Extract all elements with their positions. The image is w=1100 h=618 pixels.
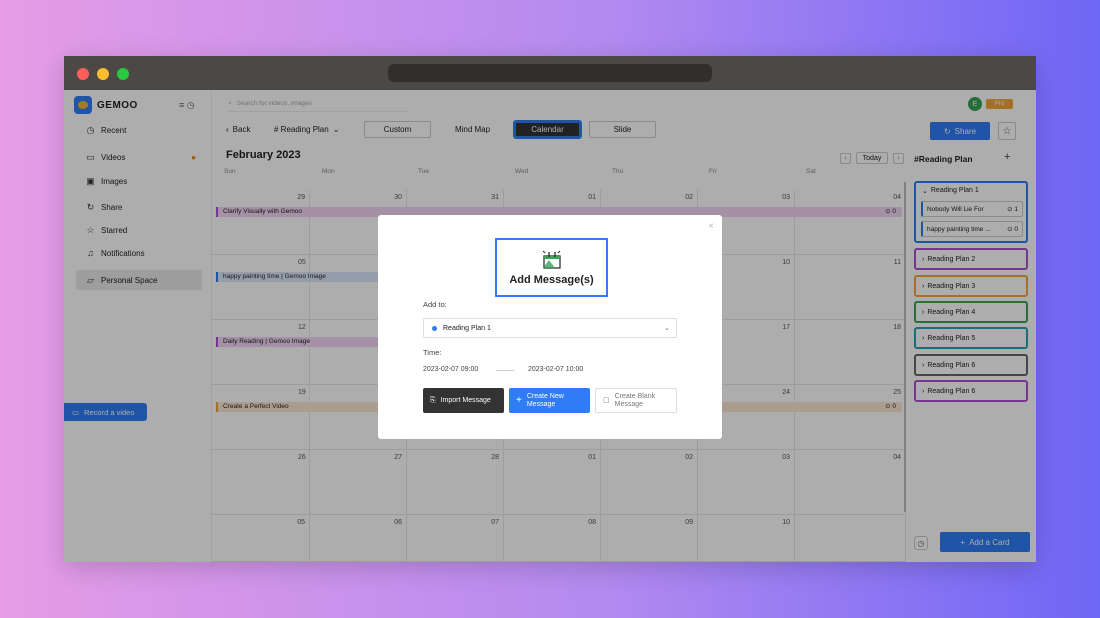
dialog-title: Add Message(s) — [509, 273, 594, 286]
maximize-window-button[interactable] — [117, 68, 129, 80]
time-separator — [496, 370, 514, 371]
plus-icon: + — [516, 394, 522, 406]
plan-select[interactable]: Reading Plan 1 ⌄ — [423, 318, 677, 338]
blank-doc-icon: ▢ — [603, 396, 610, 404]
close-icon[interactable]: × — [708, 221, 714, 232]
minimize-window-button[interactable] — [97, 68, 109, 80]
chevron-down-icon: ⌄ — [664, 325, 670, 332]
app-body: GEMOO ≡ ◷ ◷ Recent ▭ Videos ● ▣ Images ↻… — [64, 90, 1036, 562]
calendar-icon — [542, 250, 561, 269]
add-message-dialog: × Add Message(s) Add to: Reading Plan 1 … — [378, 215, 722, 439]
create-new-message-button[interactable]: + Create New Message — [509, 388, 590, 413]
window-titlebar — [64, 56, 1036, 90]
dialog-header: Add Message(s) — [495, 238, 608, 297]
app-window: GEMOO ≡ ◷ ◷ Recent ▭ Videos ● ▣ Images ↻… — [64, 56, 1036, 562]
plan-color-dot — [432, 325, 437, 331]
end-time-field[interactable]: 2023-02-07 10:00 — [528, 366, 583, 373]
import-icon: ⎘ — [430, 396, 436, 404]
address-bar[interactable] — [388, 64, 712, 82]
time-label: Time: — [423, 348, 442, 357]
import-message-button[interactable]: ⎘ Import Message — [423, 388, 504, 413]
plan-select-value: Reading Plan 1 — [443, 324, 491, 332]
start-time-field[interactable]: 2023-02-07 09:00 — [423, 366, 478, 373]
close-window-button[interactable] — [77, 68, 89, 80]
create-blank-message-label: Create Blank Message — [614, 392, 656, 408]
add-to-label: Add to: — [423, 300, 447, 309]
import-message-label: Import Message — [440, 396, 491, 404]
create-new-message-label: Create New Message — [526, 392, 564, 408]
create-blank-message-button[interactable]: ▢ Create Blank Message — [595, 388, 677, 413]
